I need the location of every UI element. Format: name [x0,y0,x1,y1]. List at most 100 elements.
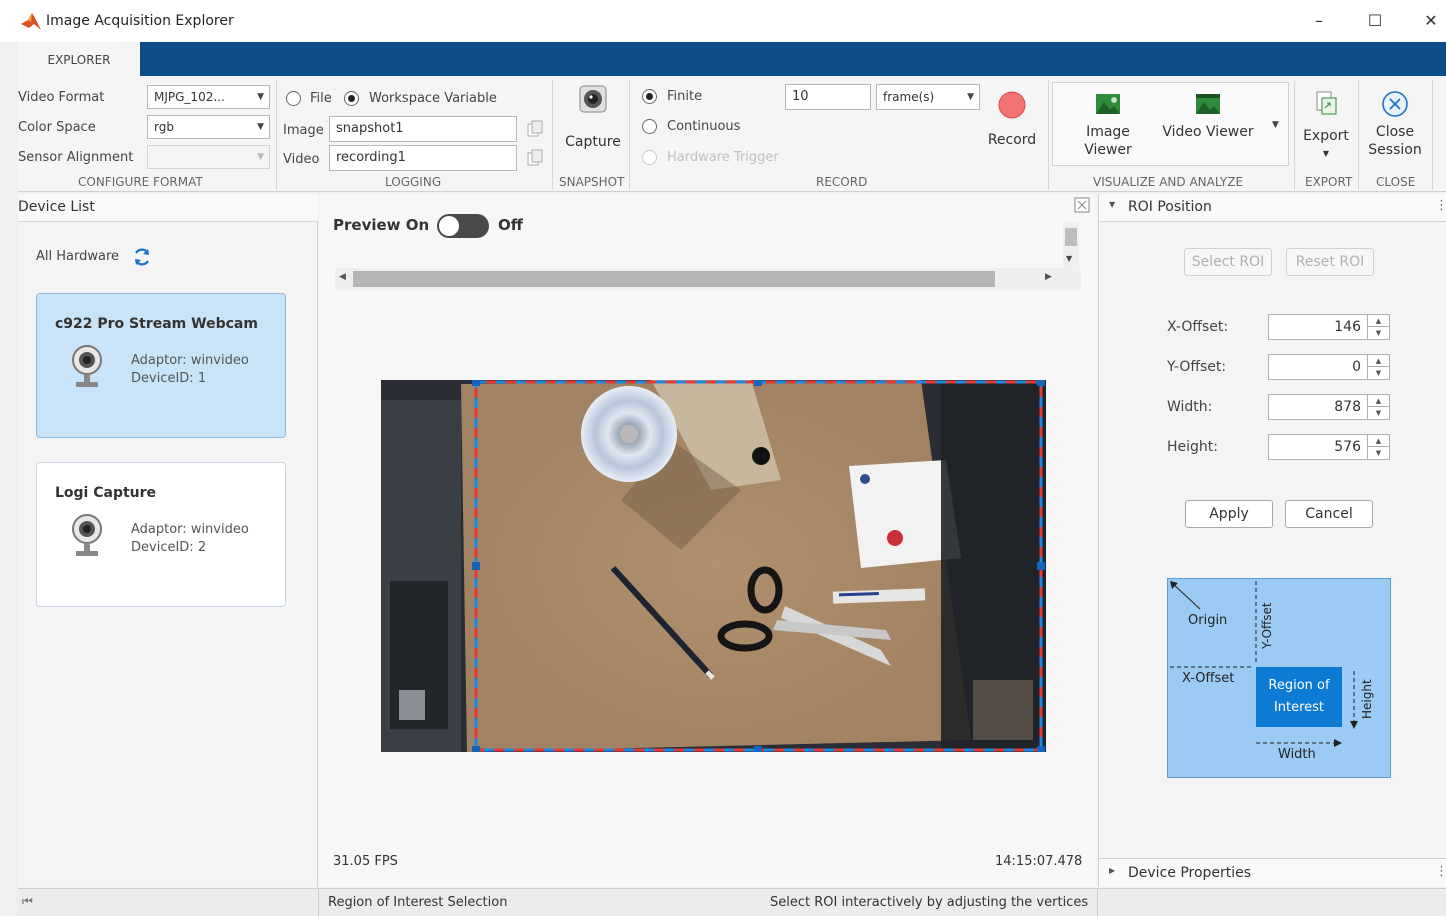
export-label: Export [1303,128,1349,144]
tab-explorer[interactable]: EXPLORER [18,42,140,76]
export-section-label: EXPORT [1305,175,1353,189]
device-name: Logi Capture [55,485,157,501]
device-card-c922[interactable]: c922 Pro Stream Webcam Adaptor: winvideo… [36,293,286,438]
status-bar: ⏮ Region of Interest Selection Select RO… [18,888,1446,916]
collapse-icon[interactable]: ▼ [1109,200,1115,209]
device-properties-header[interactable]: ▶ Device Properties ⋮ [1099,858,1446,887]
horizontal-scrollbar[interactable]: ◀ ▶ [335,268,1081,290]
hardware-trigger-radio[interactable] [642,150,657,165]
frames-count-input[interactable]: 10 [785,84,871,110]
apply-button[interactable]: Apply [1185,500,1273,528]
chevron-down-icon: ▼ [257,152,264,162]
image-viewer-icon [1096,94,1120,114]
browse-image-icon[interactable] [526,120,544,138]
cancel-button[interactable]: Cancel [1285,500,1373,528]
record-icon [998,91,1026,119]
maximize-button[interactable]: ☐ [1358,8,1392,34]
status-left-text: Region of Interest Selection [328,895,508,910]
image-viewer-button[interactable]: Image Viewer [1068,90,1148,159]
section-divider [1432,80,1433,190]
webcam-icon [72,345,102,387]
increment-icon[interactable]: ▲ [1368,355,1389,367]
capture-button[interactable]: Capture [558,84,628,164]
select-roi-button[interactable]: Select ROI [1184,248,1272,276]
x-offset-spinner[interactable]: 146 ▲ ▼ [1268,314,1390,340]
close-session-button[interactable]: Close Session [1364,90,1426,159]
matlab-logo-icon [21,13,41,30]
expand-icon[interactable]: ▶ [1109,866,1115,875]
record-button[interactable]: Record [982,90,1042,160]
vertical-scroll-thumb[interactable] [1065,228,1077,246]
status-right-text: Select ROI interactively by adjusting th… [770,895,1089,910]
width-stepper[interactable]: ▲ ▼ [1367,395,1389,419]
more-options-icon[interactable]: ⋮ [1435,864,1446,879]
title-bar: Image Acquisition Explorer – ☐ ✕ [0,0,1446,42]
device-adaptor: Adaptor: winvideo [131,522,249,537]
x-offset-label: X-Offset: [1167,319,1229,335]
snapshot-section-label: SNAPSHOT [559,175,625,189]
y-offset-spinner[interactable]: 0 ▲ ▼ [1268,354,1390,380]
roi-position-title: ROI Position [1128,199,1212,215]
frames-unit-dropdown[interactable]: frame(s) ▼ [876,84,980,110]
capture-label: Capture [565,134,621,150]
color-space-label: Color Space [18,120,96,135]
tab-strip: EXPLORER [18,42,1446,76]
fit-to-window-icon[interactable] [1073,196,1091,214]
workspace-variable-label: Workspace Variable [369,91,497,106]
decrement-icon[interactable]: ▼ [1368,327,1389,339]
color-space-dropdown[interactable]: rgb ▼ [147,115,270,139]
scroll-down-icon[interactable]: ▼ [1066,254,1072,263]
camera-preview-image[interactable] [381,380,1046,752]
workspace-variable-radio[interactable] [344,91,359,106]
toggle-knob [439,216,459,236]
increment-icon[interactable]: ▲ [1368,435,1389,447]
diagram-width-label: Width [1278,747,1316,762]
increment-icon[interactable]: ▲ [1368,315,1389,327]
decrement-icon[interactable]: ▼ [1368,367,1389,379]
vertical-scrollbar[interactable]: ▼ [1063,222,1079,270]
record-label: Record [987,132,1037,148]
roi-diagram: Origin Y-Offset X-Offset Region of Inter… [1167,578,1391,778]
preview-on-label: Preview On [333,216,430,234]
browse-video-icon[interactable] [526,149,544,167]
hardware-trigger-label: Hardware Trigger [667,150,779,165]
image-label: Image [283,123,324,138]
increment-icon[interactable]: ▲ [1368,395,1389,407]
video-variable-input[interactable]: recording1 [329,145,517,171]
device-card-logi[interactable]: Logi Capture Adaptor: winvideo DeviceID:… [36,462,286,607]
camera-icon [579,85,607,113]
more-options-icon[interactable]: ⋮ [1435,198,1446,213]
chevron-down-icon: ▼ [257,92,264,102]
width-spinner[interactable]: 878 ▲ ▼ [1268,394,1390,420]
preview-off-label: Off [498,216,523,234]
gallery-expand-icon[interactable]: ▼ [1272,120,1279,130]
y-offset-stepper[interactable]: ▲ ▼ [1367,355,1389,379]
image-variable-input[interactable]: snapshot1 [329,116,517,142]
x-offset-stepper[interactable]: ▲ ▼ [1367,315,1389,339]
decrement-icon[interactable]: ▼ [1368,407,1389,419]
scroll-right-icon[interactable]: ▶ [1045,272,1052,282]
continuous-radio[interactable] [642,119,657,134]
device-name: c922 Pro Stream Webcam [55,316,258,332]
device-id: DeviceID: 1 [131,371,207,386]
finite-radio[interactable] [642,89,657,104]
video-format-dropdown[interactable]: MJPG_102... ▼ [147,85,270,109]
reset-roi-button[interactable]: Reset ROI [1286,248,1374,276]
preview-toggle[interactable] [437,214,489,238]
window-title: Image Acquisition Explorer [46,13,234,29]
sensor-alignment-dropdown[interactable]: ▼ [147,145,270,169]
horizontal-scroll-thumb[interactable] [353,271,995,287]
scroll-left-icon[interactable]: ◀ [339,272,346,282]
roi-position-header[interactable]: ▼ ROI Position ⋮ [1099,194,1446,222]
video-viewer-button[interactable]: Video Viewer [1158,90,1258,141]
status-collapse-icon[interactable]: ⏮ [22,894,33,909]
height-stepper[interactable]: ▲ ▼ [1367,435,1389,459]
height-spinner[interactable]: 576 ▲ ▼ [1268,434,1390,460]
decrement-icon[interactable]: ▼ [1368,447,1389,459]
file-radio[interactable] [286,91,301,106]
export-button[interactable]: Export ▼ [1298,90,1354,163]
close-window-button[interactable]: ✕ [1414,8,1446,34]
minimize-button[interactable]: – [1302,8,1336,34]
close-session-icon [1382,91,1408,117]
refresh-icon[interactable] [132,247,152,267]
